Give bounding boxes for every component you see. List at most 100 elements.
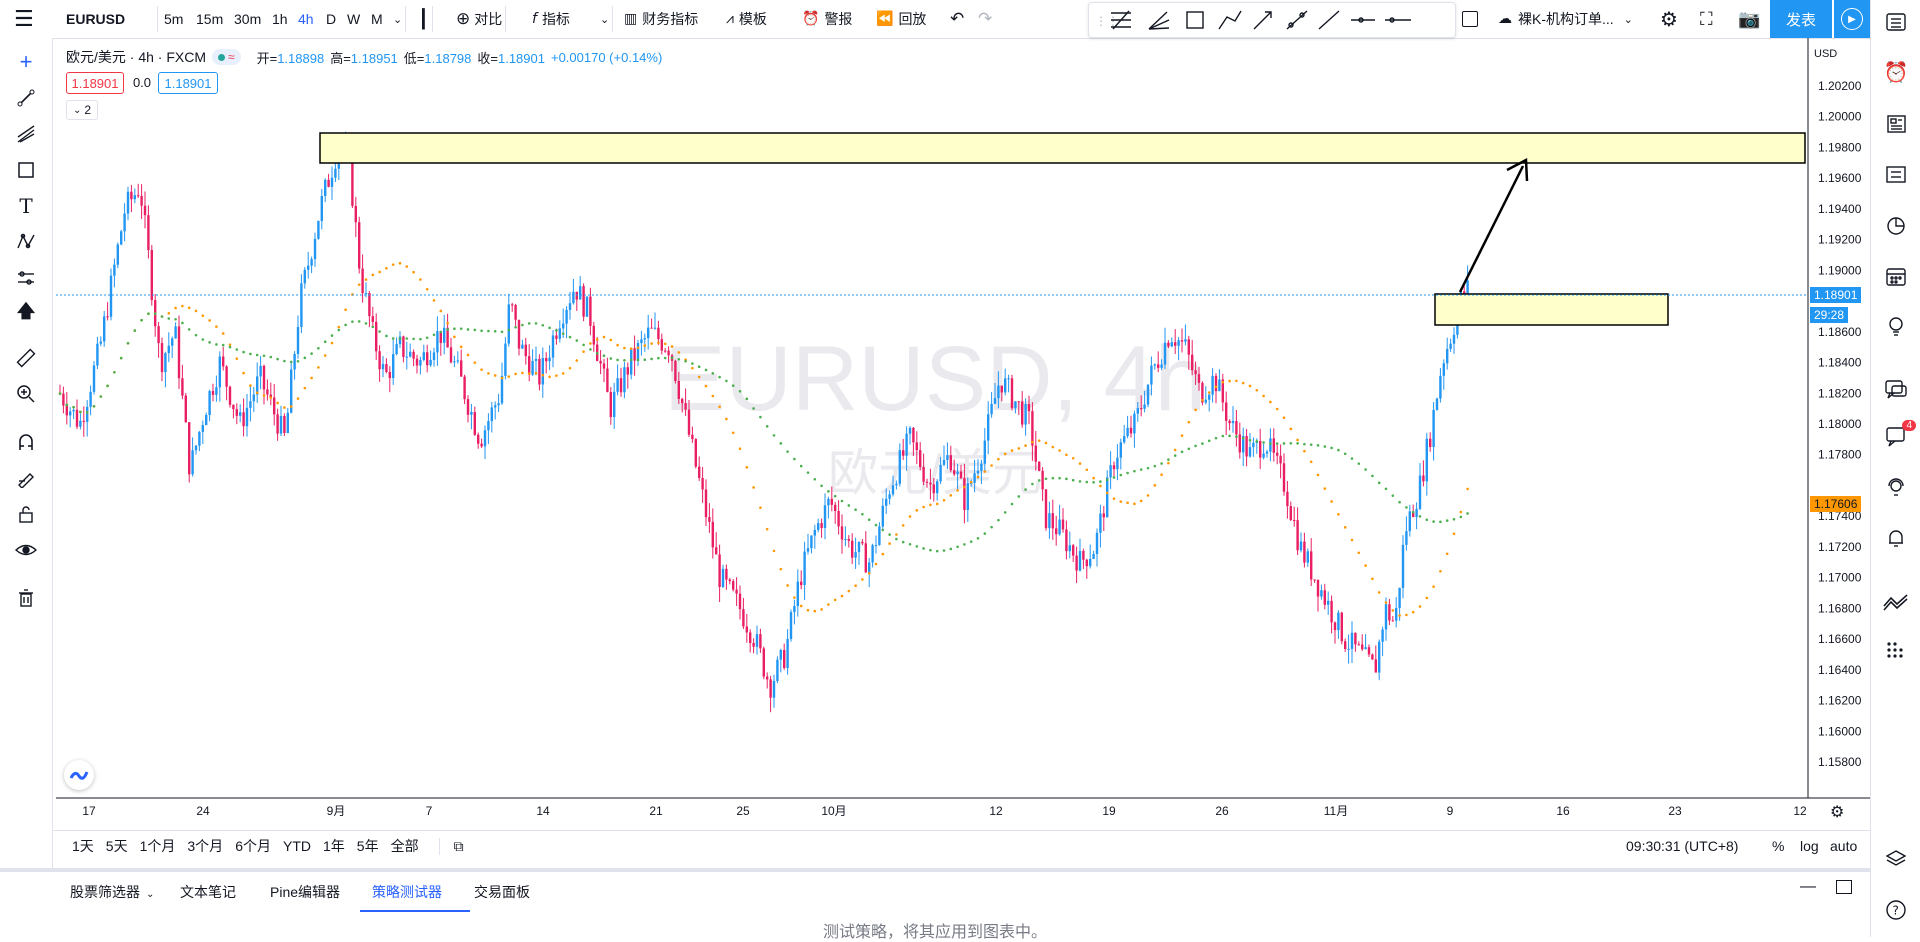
hotlist-icon[interactable]: [1880, 210, 1912, 242]
rectangle-icon[interactable]: [1186, 11, 1204, 29]
sell-price-button[interactable]: 1.18901: [66, 72, 124, 94]
auto-toggle[interactable]: auto: [1830, 838, 1857, 854]
symbol-search[interactable]: EURUSD: [66, 0, 158, 38]
interval-30m[interactable]: 30m: [234, 0, 261, 38]
bell-icon[interactable]: [1880, 522, 1912, 554]
candle-style-icon[interactable]: ┃: [418, 0, 433, 38]
geometric-shapes-icon[interactable]: [10, 154, 42, 186]
alert-button[interactable]: ⏰ 警报: [802, 0, 852, 38]
legend-title[interactable]: 欧元/美元 · 4h · FXCM: [66, 47, 206, 67]
magnet-icon[interactable]: [10, 426, 42, 458]
streams-icon[interactable]: [1880, 472, 1912, 504]
axis-settings-gear-icon[interactable]: ⚙: [1830, 802, 1844, 822]
layers-icon[interactable]: [1880, 844, 1912, 876]
tab-text-notes[interactable]: 文本笔记: [180, 882, 236, 902]
tab-stock-screener[interactable]: 股票筛选器 ⌄: [70, 882, 154, 902]
trend-line-tool-icon[interactable]: [10, 82, 42, 114]
financials-button[interactable]: ▥ 财务指标: [624, 0, 698, 38]
trend-line-icon[interactable]: [1318, 10, 1340, 30]
play-button[interactable]: ▶: [1834, 0, 1870, 38]
horizontal-line-icon[interactable]: [1385, 17, 1411, 23]
trash-icon[interactable]: [10, 582, 42, 614]
shape-square-icon[interactable]: [1462, 0, 1478, 38]
range-1m[interactable]: 1个月: [134, 836, 182, 856]
fib-icon[interactable]: [1111, 10, 1131, 30]
prediction-tool-icon[interactable]: [10, 262, 42, 294]
horizontal-ray-icon[interactable]: [1351, 17, 1375, 23]
lock-icon[interactable]: [10, 498, 42, 530]
alarm-clock-icon[interactable]: ⏰: [1880, 56, 1912, 88]
pitchfork-tool-icon[interactable]: [10, 118, 42, 150]
pattern-icon[interactable]: [1218, 10, 1242, 30]
settings-gear-icon[interactable]: ⚙: [1660, 0, 1678, 38]
maximize-panel-icon[interactable]: [1836, 880, 1852, 894]
tab-pine-editor[interactable]: Pine编辑器: [270, 882, 340, 902]
help-icon[interactable]: ?: [1880, 894, 1912, 926]
tab-strategy-tester[interactable]: 策略测试器: [372, 882, 442, 902]
eye-icon[interactable]: [10, 534, 42, 566]
interval-4h[interactable]: 4h: [298, 0, 314, 38]
indicators-dropdown-icon[interactable]: ⌄: [600, 0, 614, 38]
interval-dropdown-icon[interactable]: ⌄: [393, 0, 407, 38]
ray-icon[interactable]: [1286, 10, 1308, 30]
goto-date-icon[interactable]: ⧉: [438, 837, 470, 855]
range-5d[interactable]: 5天: [100, 836, 134, 856]
zoom-in-icon[interactable]: [10, 378, 42, 410]
replay-button[interactable]: ⏪ 回放: [876, 0, 926, 38]
indicators-button[interactable]: f 指标: [532, 0, 570, 38]
watchlist-icon[interactable]: [1880, 6, 1912, 38]
fib-fan-icon[interactable]: [1148, 11, 1170, 30]
data-window-icon[interactable]: [1880, 158, 1912, 190]
notifications-icon[interactable]: 4: [1880, 420, 1916, 452]
ideas-lightbulb-icon[interactable]: [1880, 310, 1912, 342]
news-icon[interactable]: [1880, 108, 1912, 140]
publish-button[interactable]: 发表: [1770, 0, 1832, 38]
arrow-up-icon[interactable]: 🡅: [10, 298, 42, 330]
market-status-badge[interactable]: ≈: [212, 49, 241, 65]
layout-selector[interactable]: ☁ 裸K-机构订单... ⌄: [1498, 0, 1633, 38]
compare-button[interactable]: ⊕ 对比: [456, 0, 507, 38]
indicators-collapse-toggle[interactable]: ⌄ 2: [66, 100, 98, 120]
ma-dot: [1024, 488, 1027, 491]
redo-icon[interactable]: ↷: [978, 0, 992, 38]
fullscreen-icon[interactable]: ⛶: [1700, 0, 1713, 38]
range-5y[interactable]: 5年: [351, 836, 385, 856]
range-3m[interactable]: 3个月: [181, 836, 229, 856]
clock-time[interactable]: 09:30:31 (UTC+8): [1626, 838, 1738, 854]
text-tool-icon[interactable]: T: [10, 190, 42, 222]
undo-icon[interactable]: ↶: [950, 0, 964, 38]
ruler-icon[interactable]: [10, 342, 42, 374]
log-toggle[interactable]: log: [1800, 838, 1819, 854]
interval-d[interactable]: D: [326, 0, 336, 38]
menu-icon[interactable]: ☰: [14, 0, 34, 38]
interval-5m[interactable]: 5m: [164, 0, 183, 38]
range-1y[interactable]: 1年: [317, 836, 351, 856]
minimize-panel-icon[interactable]: —: [1800, 878, 1816, 896]
crosshair-icon[interactable]: +: [10, 46, 42, 78]
target-arrow-line[interactable]: [1458, 165, 1525, 293]
stay-drawing-icon[interactable]: [10, 462, 42, 494]
range-6m[interactable]: 6个月: [229, 836, 277, 856]
interval-w[interactable]: W: [347, 0, 360, 38]
trading-icon[interactable]: [1880, 586, 1912, 618]
interval-15m[interactable]: 15m: [196, 0, 223, 38]
calendar-icon[interactable]: [1880, 260, 1912, 292]
percent-toggle[interactable]: %: [1772, 838, 1784, 854]
tab-trading-panel[interactable]: 交易面板: [474, 882, 530, 902]
pattern-tool-icon[interactable]: [10, 226, 42, 258]
chats-icon[interactable]: [1880, 374, 1912, 406]
templates-button[interactable]: ⩘ 模板: [726, 0, 767, 38]
interval-1h[interactable]: 1h: [272, 0, 288, 38]
range-all[interactable]: 全部: [385, 836, 425, 856]
range-ytd[interactable]: YTD: [277, 838, 317, 854]
interval-m[interactable]: M: [371, 0, 383, 38]
buy-price-button[interactable]: 1.18901: [158, 72, 218, 94]
tradingview-logo-icon[interactable]: [64, 760, 94, 790]
currency-label[interactable]: USD: [1810, 46, 1841, 62]
dom-icon[interactable]: [1880, 634, 1912, 666]
range-1d[interactable]: 1天: [66, 836, 100, 856]
demand-zone-rectangle[interactable]: [1434, 293, 1669, 326]
camera-icon[interactable]: 📷: [1738, 0, 1760, 38]
arrow-icon[interactable]: [1253, 11, 1272, 30]
supply-zone-rectangle[interactable]: [319, 132, 1806, 164]
